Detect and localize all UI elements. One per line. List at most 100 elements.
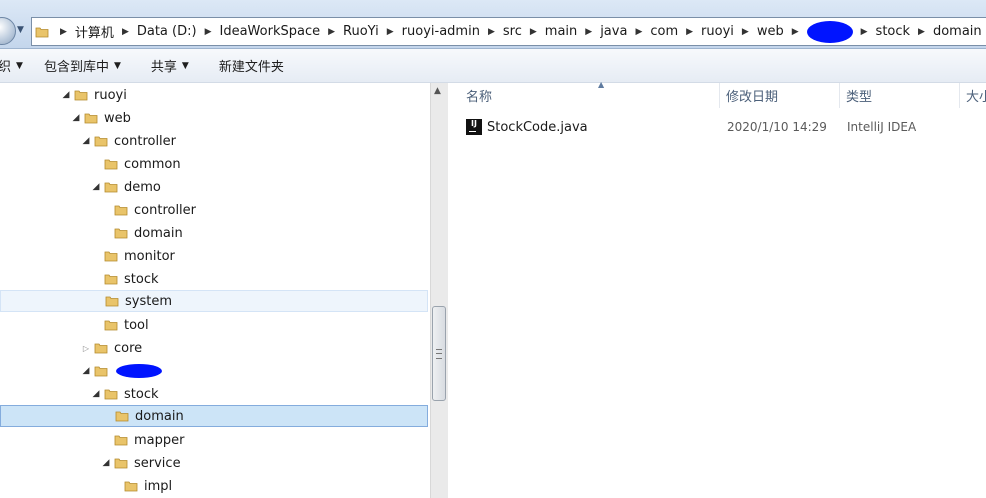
- tree-item[interactable]: mapper: [0, 429, 428, 451]
- expanded-arrow-icon[interactable]: ◢: [80, 366, 92, 376]
- tree-item[interactable]: stock: [0, 268, 428, 290]
- tree-item[interactable]: ◢ service: [0, 452, 428, 474]
- new-folder-label: 新建文件夹: [218, 60, 284, 75]
- tree-item[interactable]: common: [0, 153, 428, 175]
- navigation-tree[interactable]: ◢ ruoyi ◢ web ◢ controller common ◢ demo…: [0, 83, 430, 498]
- command-toolbar: 织 ▼ 包含到库中 ▼ 共享 ▼ 新建文件夹: [0, 49, 986, 83]
- folder-icon: [104, 251, 118, 262]
- breadcrumb-src[interactable]: src: [503, 24, 522, 39]
- breadcrumb-separator-icon[interactable]: ▶: [328, 27, 335, 37]
- folder-icon: [74, 90, 88, 101]
- breadcrumb-separator-icon[interactable]: ▶: [861, 27, 868, 37]
- folder-icon: [94, 136, 108, 147]
- tree-item[interactable]: ◢ stock: [0, 383, 428, 405]
- column-header-size[interactable]: 大小: [960, 83, 986, 108]
- tree-item[interactable]: domain: [0, 222, 428, 244]
- breadcrumb-ruoyi[interactable]: ruoyi: [701, 24, 734, 39]
- file-name: StockCode.java: [487, 119, 588, 135]
- tree-item-label: controller: [134, 202, 197, 218]
- folder-icon: [124, 481, 138, 492]
- include-in-library-label: 包含到库中: [43, 60, 109, 75]
- tree-item-label: web: [104, 110, 131, 126]
- folder-icon: [94, 366, 108, 377]
- redacted-breadcrumb-segment[interactable]: [806, 20, 853, 43]
- folder-icon: [104, 389, 118, 400]
- breadcrumb-separator-icon[interactable]: ▶: [742, 27, 749, 37]
- recent-pages-dropdown-icon[interactable]: ▼: [17, 25, 24, 35]
- scrollbar-thumb[interactable]: [432, 306, 446, 401]
- folder-icon: [114, 458, 128, 469]
- tree-item[interactable]: monitor: [0, 245, 428, 267]
- tree-item[interactable]: ◢ web: [0, 107, 428, 129]
- tree-item-selected[interactable]: domain: [0, 405, 428, 427]
- share-button[interactable]: 共享 ▼: [151, 56, 189, 75]
- column-header-name[interactable]: 名称 ▲: [460, 80, 720, 108]
- breadcrumb-separator-icon[interactable]: ▶: [60, 27, 67, 37]
- breadcrumb-stock[interactable]: stock: [876, 24, 911, 39]
- folder-icon: [94, 343, 108, 354]
- breadcrumb-ruoyi-admin[interactable]: ruoyi-admin: [402, 24, 480, 39]
- tree-item[interactable]: ▷ core: [0, 337, 428, 359]
- folder-icon: [115, 411, 129, 422]
- sort-ascending-icon: ▲: [598, 80, 605, 89]
- organize-button[interactable]: 织 ▼: [0, 56, 23, 75]
- breadcrumb-separator-icon[interactable]: ▶: [918, 27, 925, 37]
- breadcrumb-separator-icon[interactable]: ▶: [635, 27, 642, 37]
- column-header-type[interactable]: 类型: [840, 83, 960, 108]
- folder-icon: [114, 228, 128, 239]
- breadcrumb-separator-icon[interactable]: ▶: [585, 27, 592, 37]
- folder-icon: [114, 205, 128, 216]
- tree-item-label: common: [124, 156, 181, 172]
- breadcrumb-computer[interactable]: 计算机: [75, 22, 114, 41]
- folder-icon: [104, 274, 118, 285]
- breadcrumb-ruoyi-project[interactable]: RuoYi: [343, 24, 379, 39]
- expanded-arrow-icon[interactable]: ◢: [90, 389, 102, 399]
- tree-item-label: stock: [124, 386, 159, 402]
- tree-item[interactable]: impl: [0, 475, 428, 497]
- file-modified-date: 2020/1/10 14:29: [727, 120, 827, 134]
- tree-item[interactable]: tool: [0, 314, 428, 336]
- breadcrumb-domain[interactable]: domain: [933, 24, 982, 39]
- tree-item[interactable]: ◢ demo: [0, 176, 428, 198]
- back-button[interactable]: [0, 17, 16, 45]
- expanded-arrow-icon[interactable]: ◢: [90, 182, 102, 192]
- folder-icon: [114, 435, 128, 446]
- column-header-modified[interactable]: 修改日期: [720, 83, 840, 108]
- file-type: IntelliJ IDEA: [847, 120, 917, 134]
- tree-item-hovered[interactable]: system: [0, 290, 428, 312]
- scroll-up-arrow-icon[interactable]: ▲: [434, 86, 441, 96]
- breadcrumb-separator-icon[interactable]: ▶: [205, 27, 212, 37]
- breadcrumb-separator-icon[interactable]: ▶: [488, 27, 495, 37]
- breadcrumb-separator-icon[interactable]: ▶: [387, 27, 394, 37]
- tree-item-label: system: [125, 293, 172, 309]
- breadcrumb[interactable]: ▶ 计算机 ▶ Data (D:) ▶ IdeaWorkSpace ▶ RuoY…: [31, 17, 986, 46]
- breadcrumb-separator-icon[interactable]: ▶: [792, 27, 799, 37]
- breadcrumb-separator-icon[interactable]: ▶: [530, 27, 537, 37]
- tree-item[interactable]: ◢ controller: [0, 130, 428, 152]
- tree-item[interactable]: controller: [0, 199, 428, 221]
- file-row[interactable]: IJ StockCode.java: [466, 116, 588, 138]
- column-headers: 名称 ▲ 修改日期 类型 大小: [448, 80, 986, 108]
- new-folder-button[interactable]: 新建文件夹: [219, 56, 284, 75]
- tree-scrollbar[interactable]: ▲: [430, 83, 448, 498]
- address-bar-region: ▼ ▶ 计算机 ▶ Data (D:) ▶ IdeaWorkSpace ▶ Ru…: [0, 0, 986, 49]
- include-in-library-button[interactable]: 包含到库中 ▼: [44, 56, 121, 75]
- breadcrumb-main[interactable]: main: [545, 24, 577, 39]
- expanded-arrow-icon[interactable]: ◢: [100, 458, 112, 468]
- expanded-arrow-icon[interactable]: ◢: [70, 113, 82, 123]
- breadcrumb-java[interactable]: java: [600, 24, 627, 39]
- breadcrumb-com[interactable]: com: [650, 24, 678, 39]
- breadcrumb-ideaworkspace[interactable]: IdeaWorkSpace: [220, 24, 321, 39]
- tree-item[interactable]: ◢: [0, 360, 428, 382]
- breadcrumb-web[interactable]: web: [757, 24, 784, 39]
- breadcrumb-separator-icon[interactable]: ▶: [122, 27, 129, 37]
- tree-item[interactable]: ◢ ruoyi: [0, 84, 428, 106]
- expanded-arrow-icon[interactable]: ◢: [60, 90, 72, 100]
- chevron-down-icon: ▼: [113, 60, 121, 71]
- tree-item-label: demo: [124, 179, 161, 195]
- breadcrumb-drive[interactable]: Data (D:): [137, 24, 197, 39]
- collapsed-arrow-icon[interactable]: ▷: [80, 344, 92, 353]
- file-list[interactable]: 名称 ▲ 修改日期 类型 大小 IJ StockCode.java 2020/1…: [448, 80, 986, 498]
- breadcrumb-separator-icon[interactable]: ▶: [686, 27, 693, 37]
- expanded-arrow-icon[interactable]: ◢: [80, 136, 92, 146]
